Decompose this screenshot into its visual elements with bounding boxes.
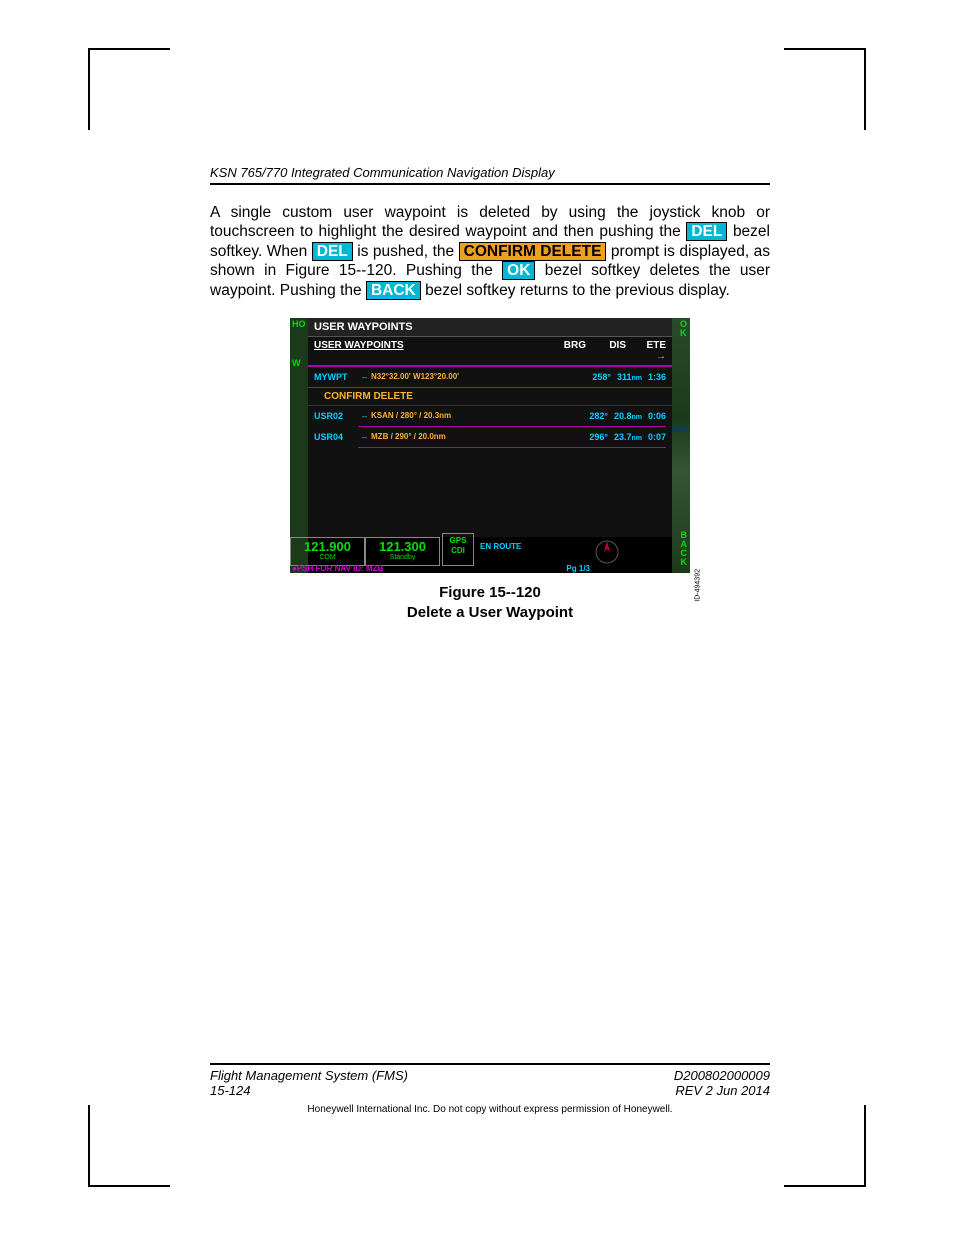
main-panel: USER WAYPOINTS USER WAYPOINTS BRG DIS ET…	[308, 318, 672, 537]
page-footer: Flight Management System (FMS) 15-124 D2…	[210, 1063, 770, 1115]
display-screenshot: HO W O K NKX B A C K USER WAYPOINTS USER…	[290, 318, 690, 573]
waypoint-id: USR04	[314, 432, 362, 442]
del-softkey-label: DEL	[686, 222, 727, 241]
col-brg: BRG	[556, 340, 586, 362]
panel-title: USER WAYPOINTS	[308, 318, 672, 337]
dash: –	[362, 411, 367, 421]
ok-softkey[interactable]: O K	[680, 320, 687, 338]
compass-rose-icon	[594, 539, 620, 565]
waypoint-id: USR02	[314, 411, 362, 421]
waypoint-row-usr04[interactable]: USR04 – MZB / 290° / 20.0nm 296° 23.7nm …	[308, 427, 672, 447]
waypoint-values: 282° 20.8nm 0:06	[589, 411, 666, 421]
brg-value: 296°	[589, 432, 608, 442]
dis-value: 23.7nm	[614, 432, 642, 442]
w-softkey[interactable]: W	[292, 358, 301, 368]
com-standby-freq: 121.300	[366, 539, 439, 554]
waypoint-values: 296° 23.7nm 0:07	[589, 432, 666, 442]
text: is pushed, the	[357, 243, 458, 260]
del-softkey-label: DEL	[312, 242, 353, 261]
brg-value: 258°	[592, 372, 611, 382]
ete-value: 0:07	[648, 432, 666, 442]
home-softkey[interactable]: HO	[292, 319, 306, 329]
footer-line: Flight Management System (FMS) 15-124 D2…	[210, 1063, 770, 1098]
waypoint-id: MYWPT	[314, 372, 362, 382]
footer-left1: Flight Management System (FMS)	[210, 1068, 408, 1083]
text: bezel softkey returns to the previous di…	[425, 282, 730, 299]
running-header: KSN 765/770 Integrated Communication Nav…	[210, 165, 770, 185]
page-content: KSN 765/770 Integrated Communication Nav…	[210, 165, 770, 623]
com-active-label: COM	[291, 554, 364, 561]
footer-right1: D200802000009	[674, 1068, 770, 1083]
com-active-freq: 121.900	[291, 539, 364, 554]
ete-value: 0:06	[648, 411, 666, 421]
column-headers: BRG DIS ETE →	[556, 340, 666, 362]
list-header-label: USER WAYPOINTS	[314, 340, 556, 362]
psh-text: ●PSH FOR NAV ID: MZB	[292, 564, 383, 573]
com-standby-label: Standby	[366, 554, 439, 561]
dash: –	[362, 372, 367, 382]
footer-right2: REV 2 Jun 2014	[674, 1083, 770, 1098]
col-ete: ETE →	[636, 340, 666, 362]
dis-value: 20.8nm	[614, 411, 642, 421]
brg-value: 282°	[589, 411, 608, 421]
ok-softkey-label: OK	[502, 261, 535, 280]
waypoint-desc: MZB / 290° / 20.0nm	[371, 432, 589, 441]
caption-line1: Figure 15--120	[210, 583, 770, 603]
dash: –	[362, 432, 367, 442]
waypoint-row-usr02[interactable]: USR02 – KSAN / 280° / 20.3nm 282° 20.8nm…	[308, 406, 672, 426]
waypoint-row-mywpt[interactable]: MYWPT – N32°32.00' W123°20.00' 258° 311n…	[308, 367, 672, 387]
back-softkey-label: BACK	[366, 281, 421, 300]
confirm-delete-prompt: CONFIRM DELETE	[308, 387, 672, 406]
cdi-label: CDI	[443, 546, 473, 556]
map-label-nkx: NKX	[672, 424, 689, 433]
com-active[interactable]: 121.900 COM	[290, 537, 365, 566]
footer-right: D200802000009 REV 2 Jun 2014	[674, 1068, 770, 1098]
crop-mark	[784, 1105, 866, 1187]
body-paragraph: A single custom user waypoint is deleted…	[210, 203, 770, 300]
row-separator	[358, 447, 666, 448]
waypoint-desc: KSAN / 280° / 20.3nm	[371, 411, 589, 420]
list-header: USER WAYPOINTS BRG DIS ETE →	[308, 337, 672, 367]
copyright-note: Honeywell International Inc. Do not copy…	[210, 1104, 770, 1115]
com-frequency-box[interactable]: 121.900 COM 121.300 Standby	[290, 537, 440, 566]
psh-for-nav-line: ●PSH FOR NAV ID: MZB	[292, 564, 383, 573]
page-indicator: Pg 1/3	[566, 564, 590, 573]
arrow-right-icon: →	[656, 351, 666, 362]
footer-left2: 15-124	[210, 1083, 408, 1098]
left-bezel: HO W	[290, 318, 308, 573]
right-bezel: O K NKX B A C K	[672, 318, 690, 573]
dis-value: 311nm	[617, 372, 642, 382]
gps-label: GPS	[443, 536, 473, 546]
col-dis: DIS	[596, 340, 626, 362]
waypoint-desc: N32°32.00' W123°20.00'	[371, 372, 592, 381]
crop-mark	[88, 1105, 170, 1187]
caption-line2: Delete a User Waypoint	[210, 603, 770, 623]
crop-mark	[88, 48, 170, 130]
figure-caption: Figure 15--120 Delete a User Waypoint	[210, 583, 770, 624]
com-standby[interactable]: 121.300 Standby	[365, 537, 440, 566]
confirm-delete-label: CONFIRM DELETE	[459, 242, 607, 261]
bottom-bar: 121.900 COM 121.300 Standby GPS CDI EN R…	[290, 537, 690, 573]
footer-left: Flight Management System (FMS) 15-124	[210, 1068, 408, 1098]
enroute-label: EN ROUTE	[480, 542, 521, 551]
figure-wrapper: HO W O K NKX B A C K USER WAYPOINTS USER…	[290, 318, 690, 573]
ete-value: 1:36	[648, 372, 666, 382]
figure-id-number: ID-494392	[695, 569, 702, 602]
waypoint-values: 258° 311nm 1:36	[592, 372, 666, 382]
crop-mark	[784, 48, 866, 130]
gps-cdi-box[interactable]: GPS CDI	[442, 533, 474, 566]
